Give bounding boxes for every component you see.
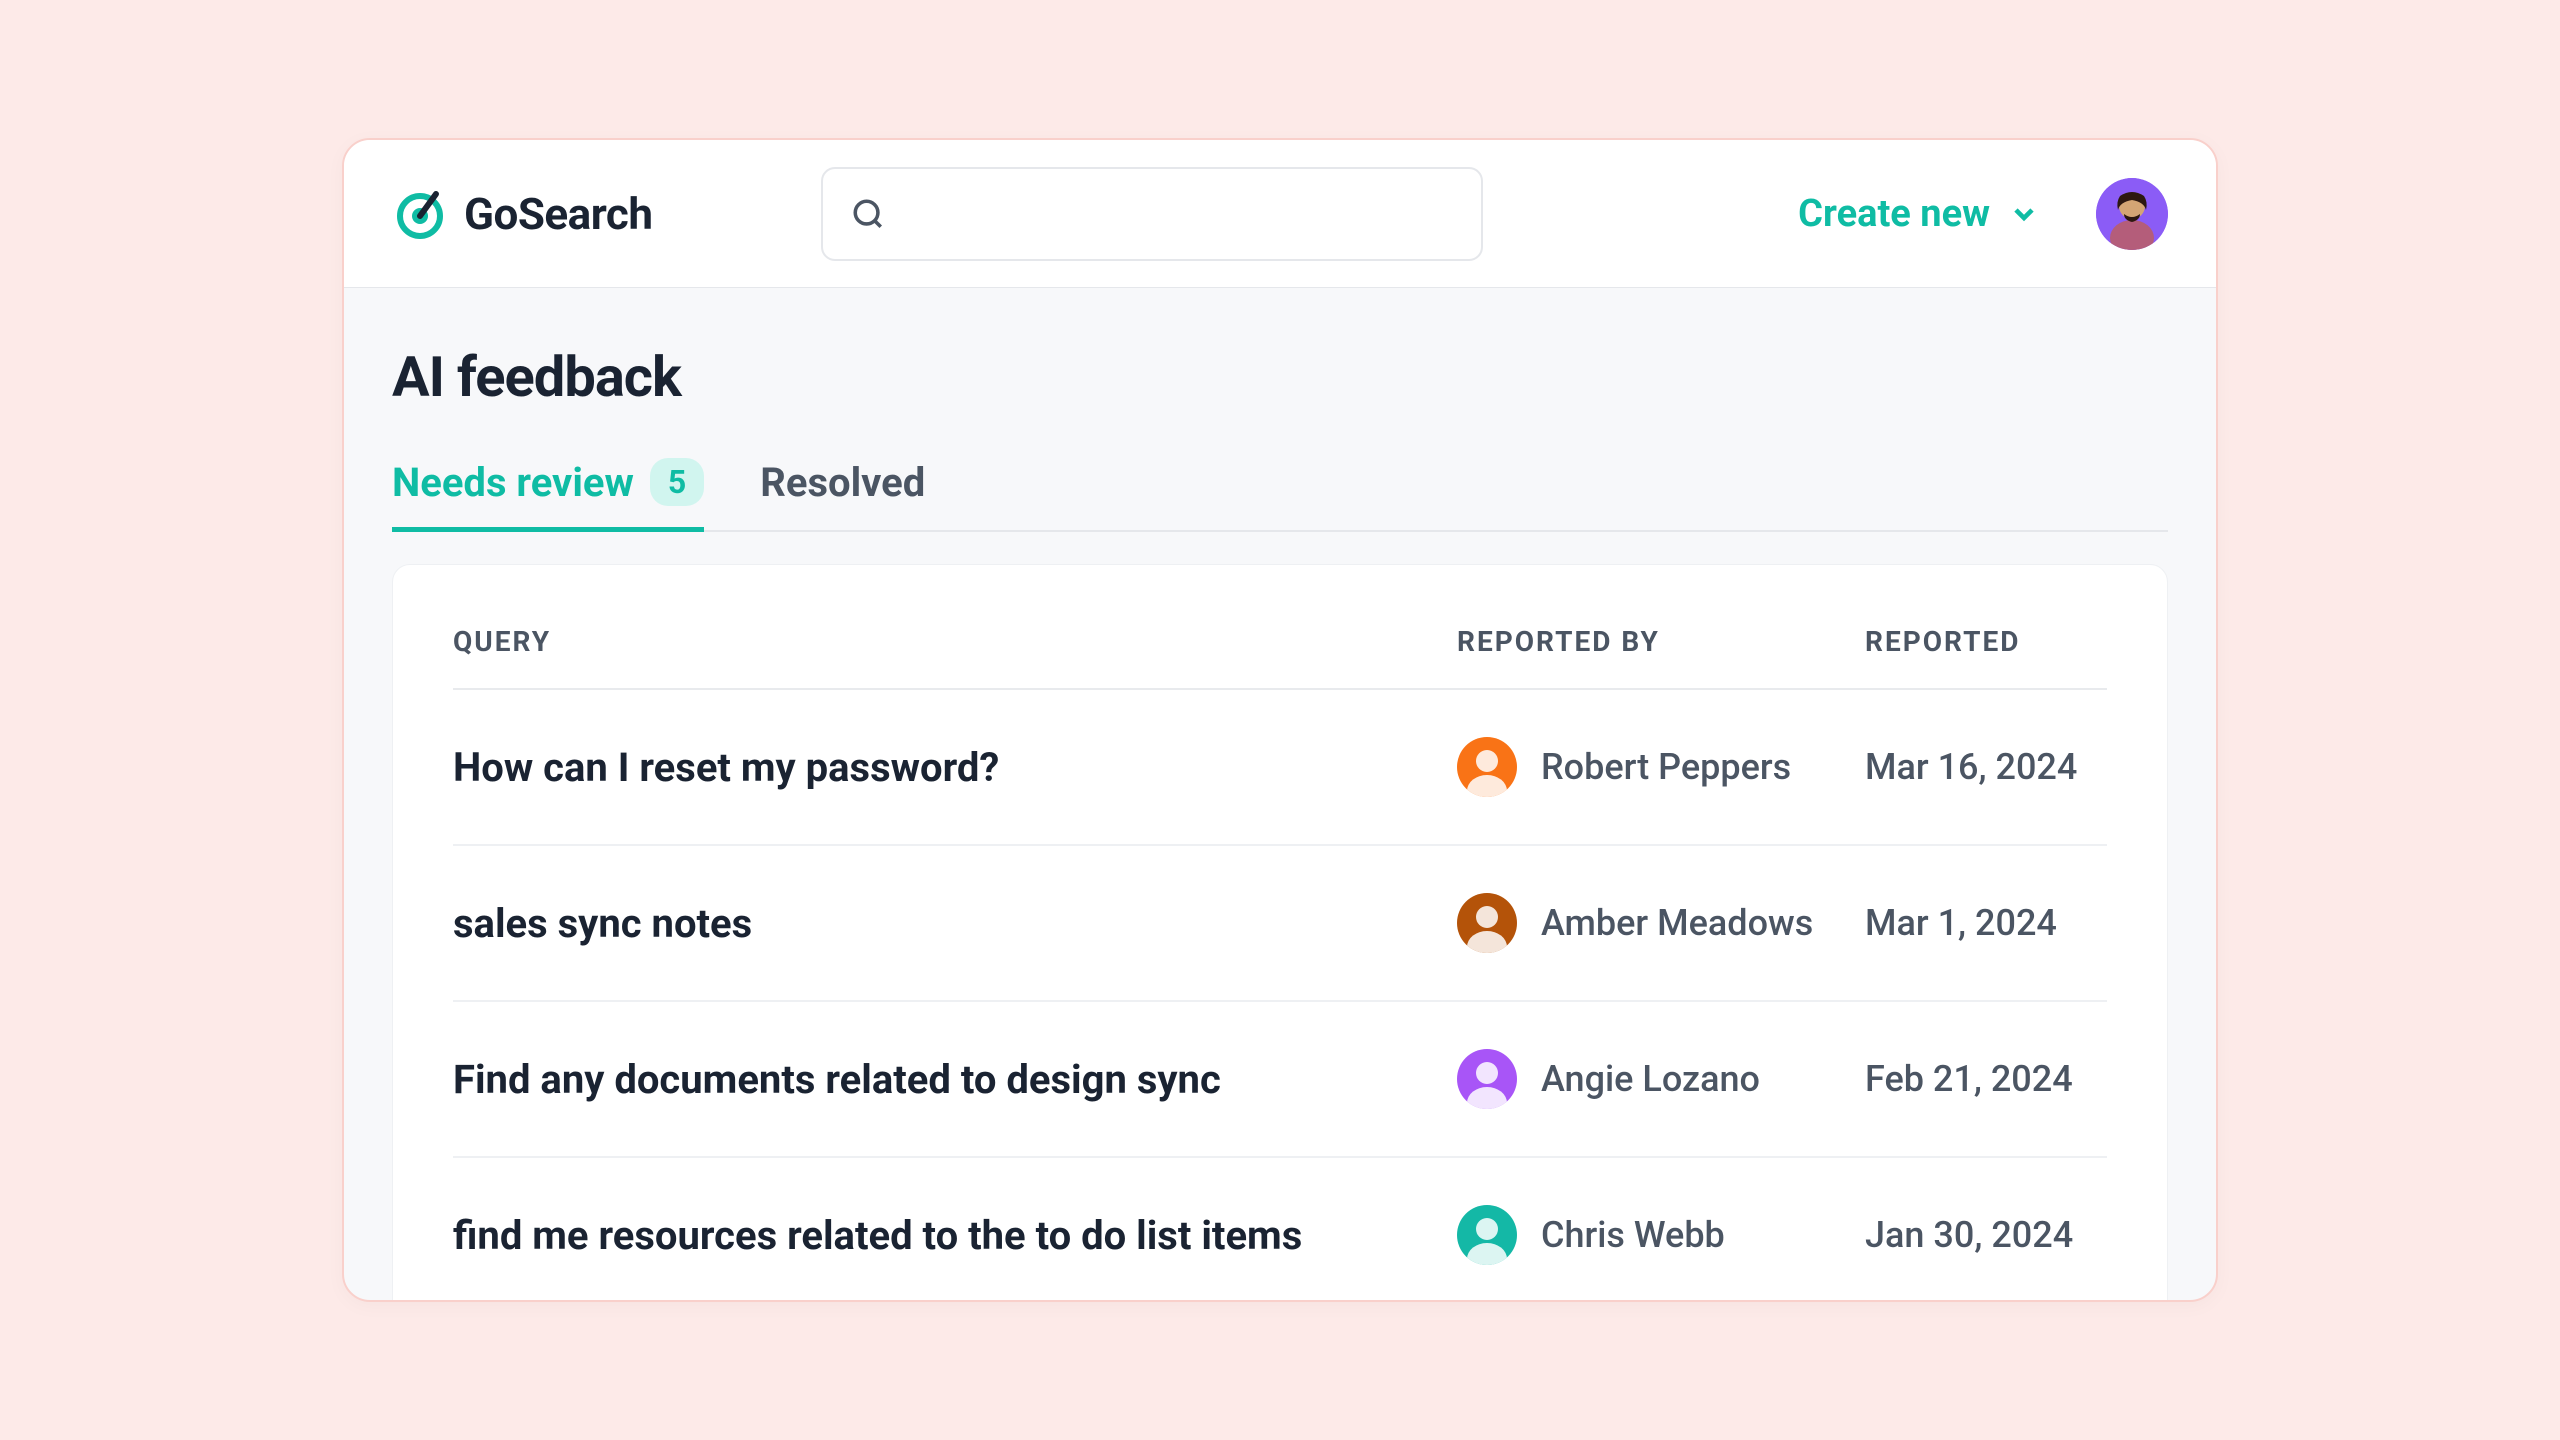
table-row[interactable]: sales sync notes Amber Meadows Mar 1, 2024 [453, 846, 2107, 1002]
query-text: sales sync notes [453, 900, 752, 947]
table-body: How can I reset my password? Robert Peppe… [453, 690, 2107, 1302]
create-new-button[interactable]: Create new [1798, 192, 2040, 236]
table-row[interactable]: How can I reset my password? Robert Peppe… [453, 690, 2107, 846]
app-window: GoSearch Create new [342, 138, 2218, 1302]
query-text: Find any documents related to design syn… [453, 1056, 1221, 1103]
content: AI feedback Needs review 5 Resolved QUER… [344, 288, 2216, 1302]
table-row[interactable]: Find any documents related to design syn… [453, 1002, 2107, 1158]
table-header: QUERY REPORTED BY REPORTED [453, 585, 2107, 690]
reporter-avatar [1457, 893, 1517, 953]
reported-date: Mar 1, 2024 [1865, 902, 2057, 944]
logo-text: GoSearch [464, 188, 653, 240]
query-text: find me resources related to the to do l… [453, 1212, 1302, 1259]
reporter-name: Amber Meadows [1541, 902, 1813, 944]
logo[interactable]: GoSearch [392, 186, 653, 242]
tab-label: Resolved [760, 459, 925, 506]
reported-date: Feb 21, 2024 [1865, 1058, 2073, 1100]
tab-resolved[interactable]: Resolved [760, 458, 925, 530]
tabs: Needs review 5 Resolved [392, 458, 2168, 532]
column-header-query: QUERY [453, 625, 1457, 658]
header: GoSearch Create new [344, 140, 2216, 288]
column-header-reported: REPORTED [1865, 625, 2107, 658]
reporter-name: Chris Webb [1541, 1214, 1725, 1256]
search-icon [851, 197, 885, 231]
table-row[interactable]: find me resources related to the to do l… [453, 1158, 2107, 1302]
logo-icon [392, 186, 448, 242]
reported-date: Jan 30, 2024 [1865, 1214, 2073, 1256]
chevron-down-icon [2008, 198, 2040, 230]
reporter-avatar [1457, 1049, 1517, 1109]
user-avatar[interactable] [2096, 178, 2168, 250]
reporter-avatar [1457, 737, 1517, 797]
reported-date: Mar 16, 2024 [1865, 746, 2077, 788]
reporter-name: Robert Peppers [1541, 746, 1791, 788]
create-new-label: Create new [1798, 192, 1990, 236]
reporter-name: Angie Lozano [1541, 1058, 1760, 1100]
tab-needs-review[interactable]: Needs review 5 [392, 458, 704, 530]
query-text: How can I reset my password? [453, 744, 999, 791]
page-title: AI feedback [392, 344, 2168, 410]
tab-count-badge: 5 [650, 458, 704, 506]
feedback-table: QUERY REPORTED BY REPORTED How can I res… [392, 564, 2168, 1302]
search-input[interactable] [821, 167, 1483, 261]
reporter-avatar [1457, 1205, 1517, 1265]
column-header-reported-by: REPORTED BY [1457, 625, 1865, 658]
header-right: Create new [1798, 178, 2168, 250]
tab-label: Needs review [392, 459, 634, 506]
